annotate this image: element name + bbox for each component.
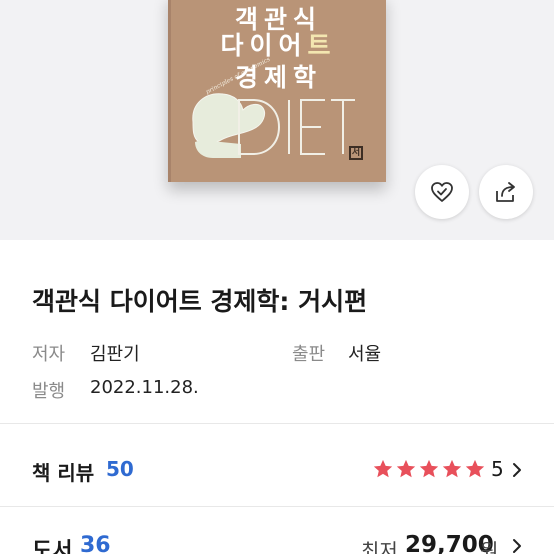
star-icon xyxy=(419,459,439,478)
book-title: 객관식 다이어트 경제학: 거시편 xyxy=(32,287,368,316)
author-value[interactable]: 김판기 xyxy=(90,340,140,366)
star-rating xyxy=(372,458,486,480)
cover-title-line-3: 경제학 xyxy=(234,63,322,92)
listings-label: 도서 xyxy=(32,539,73,554)
min-price-label: 최저 xyxy=(361,539,398,554)
chevron-right-icon[interactable] xyxy=(512,462,522,478)
listings-count: 36 xyxy=(80,533,111,554)
heart-check-icon xyxy=(431,182,453,202)
share-button[interactable] xyxy=(479,165,533,219)
chevron-right-icon[interactable] xyxy=(512,538,522,554)
rating-value: 5 xyxy=(491,457,504,481)
star-icon xyxy=(373,459,393,478)
publisher-value[interactable]: 서율 xyxy=(348,340,381,366)
publisher-label: 출판 xyxy=(292,344,326,365)
price-unit: 원 xyxy=(480,539,499,554)
star-icon xyxy=(396,459,416,478)
publish-date-label: 발행 xyxy=(32,381,66,402)
publisher-logo-text: 서 xyxy=(351,148,361,158)
reviews-count: 50 xyxy=(106,457,134,481)
section-divider xyxy=(0,423,554,424)
cover-title-line-2: 다이어트 xyxy=(171,26,386,62)
star-icon xyxy=(465,459,485,478)
cover-title-part-a: 다이어 xyxy=(220,31,308,60)
reviews-label: 책 리뷰 xyxy=(32,461,95,485)
cover-area: principles of economics 객관식 다이어트 경제학 서 xyxy=(0,0,554,240)
publish-date-value: 2022.11.28. xyxy=(90,377,199,398)
like-button[interactable] xyxy=(415,165,469,219)
section-divider xyxy=(0,506,554,507)
publisher-logo: 서 xyxy=(349,146,363,160)
star-icon xyxy=(442,459,462,478)
cover-title-part-b: 트 xyxy=(307,31,337,60)
share-icon xyxy=(496,182,515,202)
author-label: 저자 xyxy=(32,344,66,365)
